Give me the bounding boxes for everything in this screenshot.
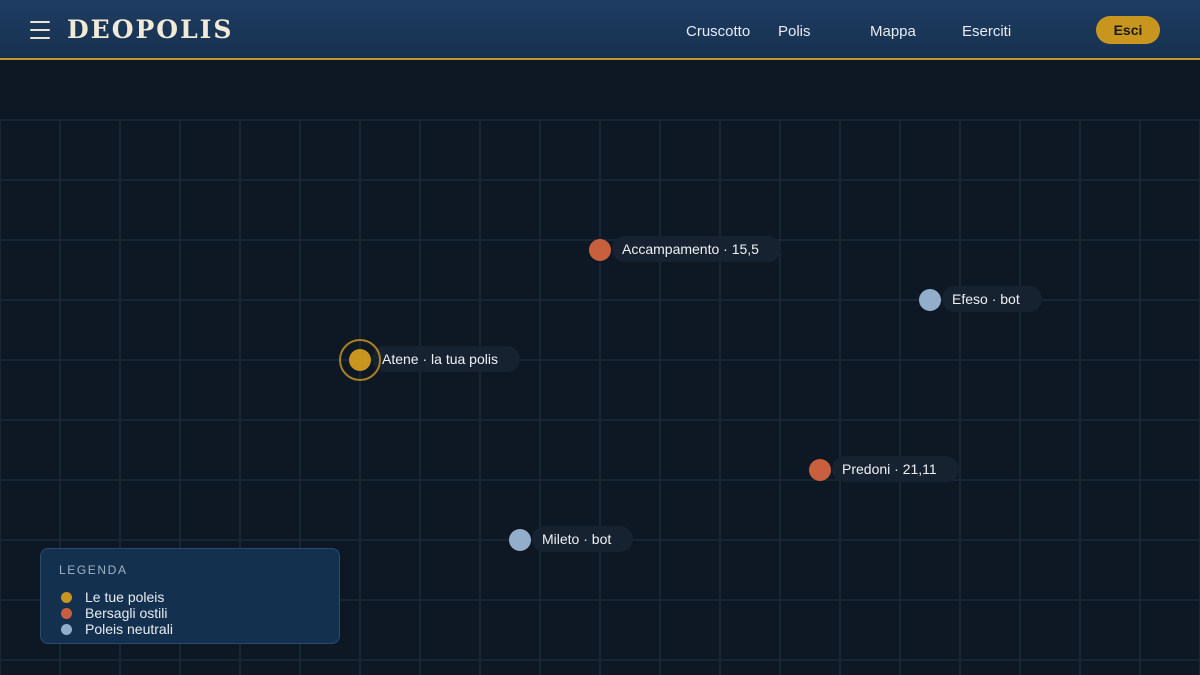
city-label-atene[interactable]: Atene · la tua polis bbox=[372, 346, 520, 372]
legend-label-hostile: Bersagli ostili bbox=[85, 605, 168, 621]
city-label-mileto[interactable]: Mileto · bot bbox=[532, 526, 634, 552]
nav-armies[interactable]: Eserciti bbox=[962, 23, 1011, 41]
legend-label-own: Le tue poleis bbox=[85, 589, 165, 605]
nav-dashboard[interactable]: Cruscotto bbox=[686, 23, 750, 41]
menu-icon[interactable] bbox=[30, 21, 50, 39]
legend-dot-hostile bbox=[61, 608, 72, 619]
legend-label-neutral: Poleis neutrali bbox=[85, 621, 173, 637]
nav-polis[interactable]: Polis bbox=[778, 23, 811, 41]
top-nav-bar: DEOPOLIS Cruscotto Polis Mappa Eserciti … bbox=[0, 0, 1200, 60]
city-marker-predoni[interactable] bbox=[809, 459, 831, 481]
city-label-predoni[interactable]: Predoni · 21,11 bbox=[832, 456, 959, 482]
legend-title: LEGENDA bbox=[59, 563, 128, 577]
map-legend: LEGENDA Le tue poleis Bersagli ostili Po… bbox=[40, 548, 340, 644]
legend-dot-own bbox=[61, 592, 72, 603]
city-label-accampamento[interactable]: Accampamento · 15,5 bbox=[612, 236, 781, 262]
city-marker-efeso[interactable] bbox=[919, 289, 941, 311]
city-marker-atene[interactable] bbox=[349, 349, 371, 371]
app-logo[interactable]: DEOPOLIS bbox=[67, 15, 233, 45]
city-marker-mileto[interactable] bbox=[509, 529, 531, 551]
city-marker-accampamento[interactable] bbox=[589, 239, 611, 261]
nav-map[interactable]: Mappa bbox=[870, 23, 916, 41]
city-label-efeso[interactable]: Efeso · bot bbox=[942, 286, 1042, 312]
logout-button[interactable]: Esci bbox=[1096, 16, 1160, 44]
legend-dot-neutral bbox=[61, 624, 72, 635]
